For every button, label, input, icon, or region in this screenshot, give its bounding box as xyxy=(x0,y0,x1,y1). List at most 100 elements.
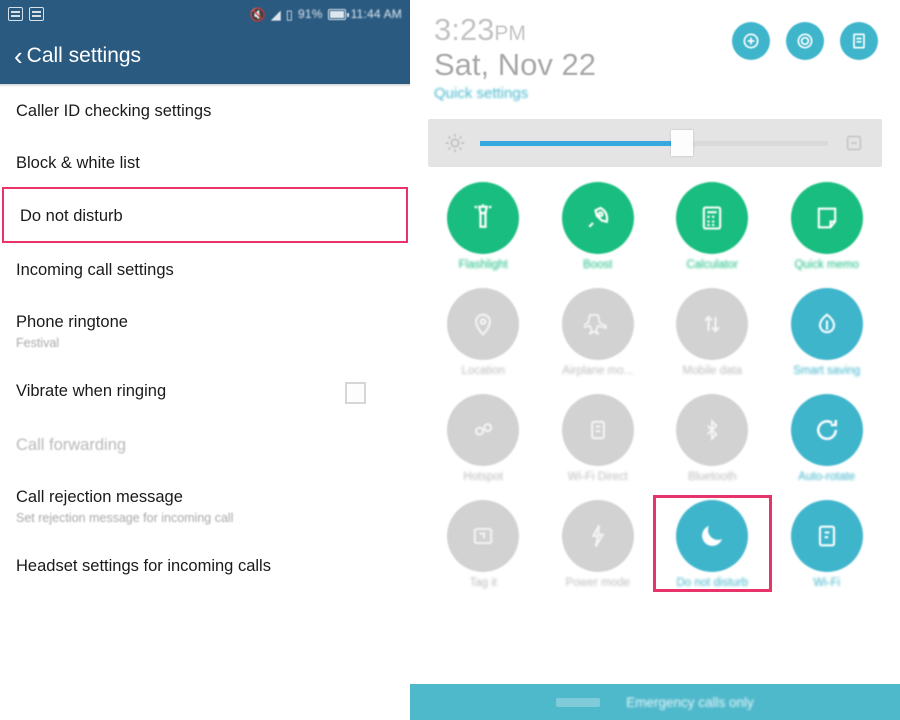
status-bar-clock: 11:44 AM xyxy=(350,7,402,21)
bottom-status-bar: Emergency calls only xyxy=(410,684,900,720)
settings-row-subtitle: Set rejection message for incoming call xyxy=(16,511,234,526)
auto-brightness-icon[interactable] xyxy=(838,127,870,159)
nfc-tag-icon xyxy=(447,500,520,573)
battery-icon xyxy=(327,8,349,20)
tile-wifi-direct[interactable]: Wi-Fi Direct xyxy=(541,391,656,484)
tile-location[interactable]: Location xyxy=(426,285,541,378)
tile-label: Wi-Fi Direct xyxy=(567,471,628,484)
emergency-calls-label: Emergency calls only xyxy=(626,694,754,710)
clock-time-value: 3:23 xyxy=(434,12,495,47)
tile-label: Wi-Fi xyxy=(813,577,841,590)
settings-row-caller-id[interactable]: Caller ID checking settings xyxy=(0,84,410,136)
settings-row-title: Caller ID checking settings xyxy=(16,102,212,120)
location-pin-icon xyxy=(447,288,520,361)
tile-label: Airplane mo... xyxy=(562,365,634,378)
settings-row-phone-ringtone[interactable]: Phone ringtone Festival xyxy=(0,295,410,365)
brightness-sun-icon xyxy=(440,128,470,158)
smart-saving-icon xyxy=(790,288,863,361)
tile-smart-saving[interactable]: Smart saving xyxy=(770,285,885,378)
brightness-track[interactable] xyxy=(480,130,828,157)
settings-row-title: Headset settings for incoming calls xyxy=(16,557,271,576)
calculator-icon xyxy=(676,182,749,255)
bluetooth-icon xyxy=(676,394,749,467)
settings-row-title: Do not disturb xyxy=(20,207,123,226)
status-bar-left-icons xyxy=(8,7,44,21)
tile-flashlight[interactable]: Flashlight xyxy=(426,179,541,272)
status-bar-right-icons: 🔇 ◢ ▯ 91% 11:44 AM xyxy=(250,7,402,21)
settings-row-call-rejection-message[interactable]: Call rejection message Set rejection mes… xyxy=(0,470,410,540)
settings-row-title: Incoming call settings xyxy=(16,260,174,279)
tile-bluetooth[interactable]: Bluetooth xyxy=(655,391,770,484)
tile-hotspot[interactable]: Hotspot xyxy=(426,391,541,484)
settings-list: Caller ID checking settings Block & whit… xyxy=(0,84,410,591)
settings-row-title: Call rejection message xyxy=(16,487,183,506)
settings-row-subtitle: Festival xyxy=(16,336,60,351)
brightness-thumb[interactable] xyxy=(670,130,693,157)
header-icon-group xyxy=(732,22,878,60)
settings-row-vibrate-when-ringing[interactable]: Vibrate when ringing xyxy=(0,364,410,418)
notes-list-icon[interactable] xyxy=(840,22,878,60)
screenshot-root: 🔇 ◢ ▯ 91% 11:44 AM ‹ Call settings Calle… xyxy=(0,0,900,720)
settings-row-title: Phone ringtone xyxy=(16,312,128,331)
settings-row-title: Vibrate when ringing xyxy=(16,382,167,401)
tile-auto-rotate[interactable]: Auto-rotate xyxy=(770,391,885,484)
quick-memo-icon xyxy=(790,182,863,255)
tile-power-mode[interactable]: Power mode xyxy=(541,497,656,590)
settings-row-title: Call forwarding xyxy=(16,436,127,455)
quick-settings-panel: 3:23PM Sat, Nov 22 Quick settings Flashl… xyxy=(410,0,900,720)
settings-row-do-not-disturb[interactable]: Do not disturb xyxy=(2,187,408,243)
tile-label: Tag it xyxy=(469,577,498,590)
tile-do-not-disturb[interactable]: Do not disturb xyxy=(653,495,772,593)
signal-icon: ▯ xyxy=(285,6,293,22)
settings-row-block-white-list[interactable]: Block & white list xyxy=(0,136,410,188)
settings-gear-icon[interactable] xyxy=(786,22,824,60)
tile-label: Bluetooth xyxy=(687,471,737,484)
tile-label: Do not disturb xyxy=(676,577,749,590)
tile-label: Hotspot xyxy=(463,471,504,484)
page-title: Call settings xyxy=(26,44,142,67)
vibrate-checkbox[interactable] xyxy=(345,382,366,405)
tile-label: Calculator xyxy=(686,259,739,272)
tile-calculator[interactable]: Calculator xyxy=(655,179,770,272)
tile-tag-it[interactable]: Tag it xyxy=(426,497,541,590)
settings-row-headset-settings[interactable]: Headset settings for incoming calls xyxy=(0,539,410,591)
tile-label: Smart saving xyxy=(793,365,861,378)
settings-row-title: Block & white list xyxy=(16,153,140,172)
power-mode-icon xyxy=(561,500,634,573)
mail-icon xyxy=(8,7,23,21)
wifi-icon: ◢ xyxy=(270,6,281,22)
tile-quick-memo[interactable]: Quick memo xyxy=(770,179,885,272)
tile-label: Quick memo xyxy=(794,259,860,272)
gallery-icon xyxy=(29,7,44,21)
tile-label: Location xyxy=(461,365,505,378)
back-chevron-icon[interactable]: ‹ xyxy=(14,43,23,69)
mute-icon: 🔇 xyxy=(249,6,266,22)
quick-settings-link[interactable]: Quick settings xyxy=(434,85,528,102)
hotspot-icon xyxy=(447,394,520,467)
sync-rotate-icon xyxy=(790,394,863,467)
carrier-placeholder xyxy=(556,697,601,707)
quick-settings-tile-grid: Flashlight Boost Calculator Quick memo L… xyxy=(410,179,900,593)
brightness-slider-row[interactable] xyxy=(428,119,882,168)
quick-settings-header: 3:23PM Sat, Nov 22 Quick settings xyxy=(410,0,900,103)
moon-icon xyxy=(676,500,749,573)
tile-wifi[interactable]: Wi-Fi xyxy=(770,497,885,590)
battery-percent-label: 91% xyxy=(297,7,323,21)
tile-label: Mobile data xyxy=(682,365,742,378)
status-bar: 🔇 ◢ ▯ 91% 11:44 AM xyxy=(0,0,410,28)
settings-row-call-forwarding[interactable]: Call forwarding xyxy=(0,418,410,470)
wifi-direct-icon xyxy=(561,394,634,467)
tile-label: Auto-rotate xyxy=(798,471,856,484)
tile-label: Boost xyxy=(583,259,613,272)
tile-mobile-data[interactable]: Mobile data xyxy=(655,285,770,378)
boost-rocket-icon xyxy=(561,182,634,255)
tile-label: Power mode xyxy=(565,577,631,590)
settings-row-incoming-call-settings[interactable]: Incoming call settings xyxy=(0,243,410,295)
tile-label: Flashlight xyxy=(458,259,508,272)
user-switch-icon[interactable] xyxy=(732,22,770,60)
clock-ampm: PM xyxy=(494,22,526,45)
tile-boost[interactable]: Boost xyxy=(541,179,656,272)
app-title-bar: ‹ Call settings xyxy=(0,28,410,87)
tile-airplane-mode[interactable]: Airplane mo... xyxy=(541,285,656,378)
flashlight-icon xyxy=(447,182,520,255)
